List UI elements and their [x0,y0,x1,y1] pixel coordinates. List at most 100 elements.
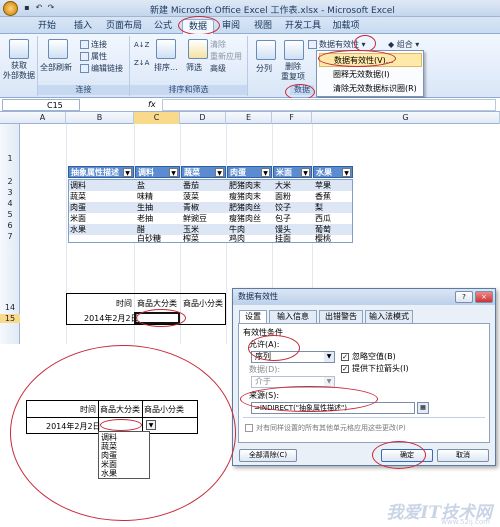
edit-links-button[interactable]: 编辑链接 [80,63,123,74]
split-button[interactable]: 分列 [256,63,272,74]
table-cell[interactable]: 盐 [137,181,145,190]
row-header[interactable]: 3 [0,188,20,197]
table-cell[interactable]: 肉蛋 [70,203,86,212]
tab-input-message[interactable]: 输入信息 [269,310,317,323]
table-cell[interactable]: 挂面 [275,234,291,243]
clear-button[interactable]: 清除 [210,39,226,50]
ignore-blank-checkbox[interactable]: ✓ [341,353,349,361]
undo-icon[interactable]: ↶ [34,3,44,13]
column-header[interactable]: E [226,112,272,124]
tab-page-layout[interactable]: 页面布局 [104,19,144,34]
cancel-button[interactable]: 取消 [437,449,489,462]
row-header[interactable]: 6 [0,221,20,230]
table-cell[interactable]: 瘦猪肉丝 [229,214,261,223]
table-header[interactable]: 调料 ▼ [135,166,180,178]
row-header[interactable]: 5 [0,210,20,219]
inset-dropdown-list[interactable]: 调料 蔬菜 肉蛋 米面 水果 [98,431,150,479]
table-cell[interactable]: 味精 [137,192,153,201]
table-cell[interactable]: 西瓜 [315,214,331,223]
column-header[interactable]: G [312,112,500,124]
list-item[interactable]: 水果 [101,469,117,478]
save-icon[interactable]: ▪ [22,3,32,13]
name-box[interactable]: C15 [2,99,80,111]
list-item[interactable]: 调料 [101,433,117,442]
table-cell[interactable]: 老抽 [137,214,153,223]
column-header[interactable]: F [272,112,312,124]
remove-duplicates-button[interactable]: 删除 重复项 [281,62,305,82]
filter-dropdown-icon[interactable]: ▼ [169,168,178,177]
clear-all-button[interactable]: 全部清除(C) [239,449,297,462]
table-cell[interactable]: 白砂糖 [137,234,161,243]
sort-asc-button[interactable]: A↓Z [134,40,149,51]
filter-dropdown-icon[interactable]: ▼ [301,168,310,177]
tab-ime-mode[interactable]: 输入法模式 [365,310,413,323]
table-cell[interactable]: 包子 [275,214,291,223]
table-cell[interactable]: 大米 [275,181,291,190]
refresh-all-button[interactable]: 全部刷新 [40,62,72,73]
chevron-down-icon[interactable]: ▼ [146,420,156,430]
table-cell[interactable]: 肥猪肉末 [229,181,261,190]
filter-dropdown-icon[interactable]: ▼ [123,168,132,177]
tab-review[interactable]: 审阅 [218,19,244,34]
table-cell[interactable]: 鸡肉 [229,234,245,243]
table-header[interactable]: 米面 ▼ [273,166,312,178]
tab-insert[interactable]: 插入 [70,19,96,34]
tab-formulas[interactable]: 公式 [150,19,176,34]
get-external-data-button[interactable]: 获取 外部数据 [2,61,36,81]
list-item[interactable]: 蔬菜 [101,442,117,451]
row-header[interactable]: 15 [0,314,20,323]
range-picker-icon[interactable]: ▦ [417,402,429,414]
table-cell[interactable]: 生抽 [137,203,153,212]
redo-icon[interactable]: ↷ [46,3,56,13]
list-item[interactable]: 米面 [101,460,117,469]
table-cell[interactable]: 菠菜 [183,192,199,201]
table-cell[interactable]: 榨菜 [183,234,199,243]
table-cell[interactable]: 醋 [137,225,145,234]
connections-button[interactable]: 连接 [80,39,107,50]
table-header[interactable]: 肉蛋 ▼ [227,166,272,178]
row-header[interactable]: 4 [0,199,20,208]
table-cell[interactable]: 玉米 [183,225,199,234]
tab-addins[interactable]: 加载项 [330,19,362,34]
dropdown-checkbox[interactable]: ✓ [341,365,349,373]
table-header[interactable]: 蔬菜 ▼ [181,166,226,178]
filter-dropdown-icon[interactable]: ▼ [342,168,351,177]
table-cell[interactable]: 瘦猪肉末 [229,192,261,201]
reapply-button[interactable]: 重新应用 [210,51,242,62]
table-cell[interactable]: 青椒 [183,203,199,212]
table-cell[interactable]: 米面 [70,214,86,223]
table-cell[interactable]: 肥猪肉丝 [229,203,261,212]
filter-dropdown-icon[interactable]: ▼ [261,168,270,177]
column-header[interactable]: B [66,112,134,124]
tab-view[interactable]: 视图 [250,19,276,34]
table-cell[interactable]: 葡萄 [315,225,331,234]
advanced-button[interactable]: 高级 [210,63,226,74]
table-cell[interactable]: 樱桃 [315,234,331,243]
table-header[interactable]: 抽象属性描述 ▼ [68,166,134,178]
sort-button[interactable]: 排序... [154,62,178,73]
table-cell[interactable]: 牛肉 [229,225,245,234]
table-cell[interactable]: 鲜豌豆 [183,214,207,223]
fx-icon[interactable]: fx [148,100,156,109]
table-cell[interactable]: 香蕉 [315,192,331,201]
formula-input[interactable] [162,99,496,111]
table-cell[interactable]: 苹果 [315,181,331,190]
tab-settings[interactable]: 设置 [239,310,267,324]
row-header[interactable]: 7 [0,232,20,241]
apply-all-checkbox[interactable] [245,424,253,432]
table-cell[interactable]: 面粉 [275,192,291,201]
group-button[interactable]: ◆ 组合 ▾ [388,39,419,50]
row-header[interactable]: 1 [0,154,20,163]
column-header[interactable]: D [180,112,226,124]
sort-desc-button[interactable]: Z↓A [134,58,149,69]
filter-dropdown-icon[interactable]: ▼ [215,168,224,177]
help-button[interactable]: ? [455,291,473,303]
office-button[interactable] [3,1,18,16]
entry-date[interactable]: 2014年2月2日 [84,314,139,323]
close-button[interactable]: × [475,291,493,303]
row-header[interactable]: 14 [0,303,20,312]
properties-button[interactable]: 属性 [80,51,107,62]
column-header[interactable]: A [20,112,66,124]
table-cell[interactable]: 蔬菜 [70,192,86,201]
menu-item-circle-invalid[interactable]: 圈释无效数据(I) [319,68,422,82]
